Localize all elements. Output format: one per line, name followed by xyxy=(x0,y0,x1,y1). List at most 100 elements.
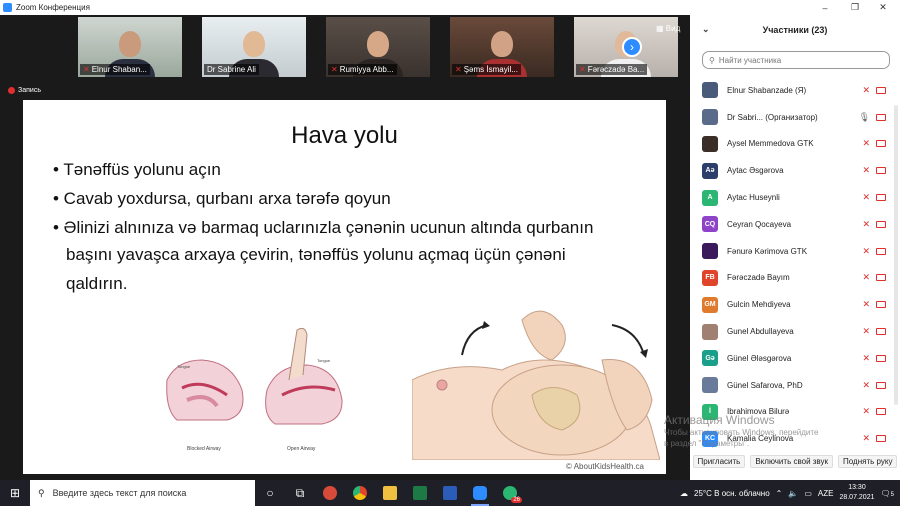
mic-muted-icon: ✕ xyxy=(862,326,870,337)
participant-row[interactable]: Günel Safarova, PhD ✕ xyxy=(690,372,900,399)
video-thumbnail[interactable]: ✕ Elnur Shaban... xyxy=(78,17,182,77)
participant-row[interactable]: Gunel Abdullayeva ✕ xyxy=(690,318,900,345)
participant-status-icons: ✕ xyxy=(862,246,886,257)
whatsapp-badge: 26 xyxy=(511,497,522,503)
invite-button[interactable]: Пригласить xyxy=(692,454,746,468)
camera-off-icon xyxy=(876,247,886,255)
word-icon[interactable] xyxy=(435,480,465,506)
video-thumbnail-strip: ✕ Elnur Shaban... Dr Sabrine Ali ✕ Rumiyya… xyxy=(78,17,698,77)
participant-row[interactable]: Aə Aytac Əsgərova ✕ xyxy=(690,157,900,184)
file-explorer-icon[interactable] xyxy=(375,480,405,506)
participant-status-icons: ✕ xyxy=(862,406,886,417)
avatar xyxy=(702,109,718,126)
speaker-icon[interactable]: 🔈 xyxy=(788,489,798,498)
participant-status-icons: ✕ xyxy=(862,219,886,230)
participant-status-icons: ✕ xyxy=(862,433,886,444)
mic-muted-icon: ✕ xyxy=(862,379,870,390)
participant-row[interactable]: FB Fərəczadə Bayım ✕ xyxy=(690,265,900,292)
excel-icon[interactable] xyxy=(405,480,435,506)
whatsapp-icon[interactable]: 26 xyxy=(495,480,525,506)
participant-row[interactable]: Fənurə Kərimova GTK ✕ xyxy=(690,238,900,265)
shared-slide: Hava yolu • Tənəffüs yolunu açın • Cavab… xyxy=(23,100,666,474)
camera-off-icon xyxy=(876,328,886,336)
mic-muted-icon: ✕ xyxy=(862,192,870,203)
mic-muted-icon: ✕ xyxy=(862,272,870,283)
notification-center-icon[interactable]: 🗨5 xyxy=(881,489,895,498)
camera-off-icon xyxy=(876,167,886,175)
participant-list: Elnur Shabanzade (Я) ✕ Dr Sabri... (Органи… xyxy=(690,77,900,452)
video-thumbnail[interactable]: ✕ Şəms İsmayil... xyxy=(450,17,554,77)
mic-muted-icon: ✕ xyxy=(862,245,870,256)
windows-activation-watermark: Активация Windows Чтобы активировать Win… xyxy=(664,413,819,448)
avatar xyxy=(702,243,718,260)
weather-icon[interactable]: ☁ xyxy=(680,489,688,498)
slide-bullet: • Cavab yoxdursa, qurbanı arxa tərəfə qo… xyxy=(53,189,391,208)
avatar: A xyxy=(702,189,718,206)
diagram-label-tongue: Tongue xyxy=(177,364,191,369)
network-icon[interactable]: ▭ xyxy=(804,489,812,498)
participant-row[interactable]: Dr Sabri... (Организатор) 🎙 xyxy=(690,104,900,131)
participant-status-icons: ✕ xyxy=(862,299,886,310)
participants-header: ⌄ Участники (23) xyxy=(702,24,828,35)
camera-off-icon xyxy=(876,194,886,202)
participant-row[interactable]: CQ Ceyran Qocayeva ✕ xyxy=(690,211,900,238)
video-thumbnail[interactable]: ✕ Rumiyya Abb... xyxy=(326,17,430,77)
chevron-down-icon[interactable]: ⌄ xyxy=(702,24,710,35)
weather-widget[interactable]: 25°C В осн. облачно xyxy=(694,489,770,498)
participant-row[interactable]: Elnur Shabanzade (Я) ✕ xyxy=(690,77,900,104)
search-icon: ⚲ xyxy=(38,487,45,498)
raise-hand-button[interactable]: Поднять руку xyxy=(838,454,898,468)
slide-bullet: • Tənəffüs yolunu açın xyxy=(53,160,221,179)
recording-indicator: Запись xyxy=(8,87,41,94)
avatar: Aə xyxy=(702,162,718,179)
participant-row[interactable]: Aysel Memmedova GTK ✕ xyxy=(690,131,900,158)
taskbar-search-input[interactable]: ⚲ Введите здесь текст для поиска xyxy=(30,480,255,506)
participant-row[interactable]: Gə Günel Ələsgərova ✕ xyxy=(690,345,900,372)
participants-scrollbar[interactable] xyxy=(894,105,898,405)
participant-search-input[interactable]: ⚲ Найти участника xyxy=(702,51,890,69)
avatar xyxy=(702,135,718,152)
diagram-label-blocked: Blocked Airway xyxy=(187,446,221,452)
close-button[interactable]: ✕ xyxy=(868,0,898,15)
cortana-icon[interactable]: ○ xyxy=(255,480,285,506)
language-indicator[interactable]: AZE xyxy=(818,489,834,498)
video-thumbnail-active-speaker[interactable]: Dr Sabrine Ali xyxy=(202,17,306,77)
chrome-icon[interactable] xyxy=(345,480,375,506)
system-tray: ☁ 25°C В осн. облачно ⌃ 🔈 ▭ AZE 13:30 28… xyxy=(680,480,900,506)
record-dot-icon xyxy=(8,87,15,94)
participant-row[interactable]: GM Gulcin Mehdiyeva ✕ xyxy=(690,291,900,318)
meeting-stage: ✕ Elnur Shaban... Dr Sabrine Ali ✕ Rumiyya… xyxy=(0,15,690,480)
task-view-icon[interactable]: ⧉ xyxy=(285,480,315,506)
avatar xyxy=(702,82,718,99)
zoom-icon[interactable] xyxy=(465,480,495,506)
app-icon[interactable] xyxy=(315,480,345,506)
slide-bullet-continuation: qaldırın. xyxy=(66,274,128,293)
windows-start-icon[interactable]: ⊞ xyxy=(0,480,30,506)
maximize-button[interactable]: ❐ xyxy=(840,0,870,15)
mic-muted-icon: ✕ xyxy=(331,65,338,74)
next-page-arrow-icon[interactable]: › xyxy=(622,37,642,57)
image-credit: © AboutKidsHealth.ca xyxy=(566,462,644,471)
participant-row[interactable]: A Aytac Huseynli ✕ xyxy=(690,184,900,211)
slide-title: Hava yolu xyxy=(291,122,398,149)
camera-off-icon xyxy=(876,435,886,443)
view-button[interactable]: ▦ Вид xyxy=(656,24,680,33)
zoom-app-icon xyxy=(3,3,12,12)
minimize-button[interactable]: – xyxy=(810,0,840,15)
participant-status-icons: 🎙 xyxy=(859,112,886,123)
camera-off-icon xyxy=(876,354,886,362)
avatar xyxy=(702,323,718,340)
mic-muted-icon: ✕ xyxy=(862,138,870,149)
participant-status-icons: ✕ xyxy=(862,165,886,176)
mic-muted-icon: ✕ xyxy=(862,433,870,444)
camera-off-icon xyxy=(876,381,886,389)
tray-chevron-up-icon[interactable]: ⌃ xyxy=(776,489,783,498)
mic-muted-icon: ✕ xyxy=(862,84,870,95)
mic-muted-icon: ✕ xyxy=(455,65,462,74)
search-icon: ⚲ xyxy=(709,55,715,65)
mic-icon: 🎙 xyxy=(858,111,870,122)
diagram-label-tongue: Tongue xyxy=(317,358,331,363)
unmute-self-button[interactable]: Включить свой звук xyxy=(750,454,833,468)
window-title: Zoom Конференция xyxy=(16,3,90,12)
clock[interactable]: 13:30 28.07.2021 xyxy=(839,483,874,503)
